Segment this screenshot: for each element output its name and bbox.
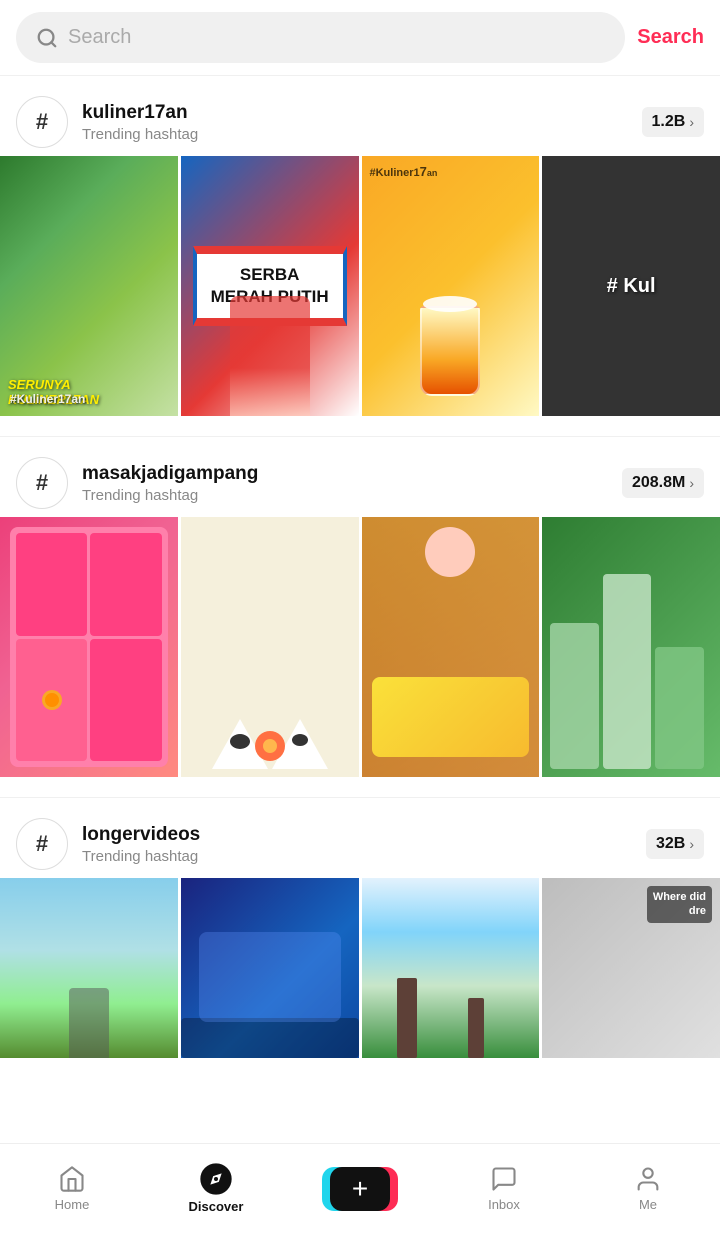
me-icon bbox=[634, 1165, 662, 1193]
grid-image-l3[interactable] bbox=[362, 878, 540, 1058]
hashtag-name-longervideos: longervideos bbox=[82, 824, 632, 846]
hashtag-icon-longervideos: # bbox=[16, 818, 68, 870]
image-grid-longervideos: Where diddre bbox=[0, 878, 720, 1058]
image-grid-masakjadi bbox=[0, 517, 720, 777]
grid-image-m3[interactable] bbox=[362, 517, 540, 777]
grid-image-l1[interactable] bbox=[0, 878, 178, 1058]
search-button[interactable]: Search bbox=[637, 26, 704, 49]
search-icon bbox=[36, 27, 58, 49]
hashtag-info-kuliner17an: kuliner17an Trending hashtag bbox=[82, 102, 628, 143]
search-bar: Search Search bbox=[0, 0, 720, 76]
hashtag-header-longervideos[interactable]: # longervideos Trending hashtag 32B › bbox=[0, 798, 720, 878]
hashtag-info-longervideos: longervideos Trending hashtag bbox=[82, 824, 632, 865]
grid-image-k2[interactable]: SERBAMERAH PUTIH bbox=[181, 156, 359, 416]
hashtag-count-masakjadi[interactable]: 208.8M › bbox=[622, 468, 704, 498]
count-value-longervideos: 32B bbox=[656, 835, 685, 853]
nav-item-home[interactable]: Home bbox=[32, 1165, 112, 1212]
grid-image-l2[interactable] bbox=[181, 878, 359, 1058]
nav-label-discover: Discover bbox=[189, 1199, 244, 1214]
nav-item-discover[interactable]: Discover bbox=[176, 1163, 256, 1214]
bottom-nav: Home Discover + Inbox Me bbox=[0, 1143, 720, 1233]
chevron-icon-masakjadi: › bbox=[689, 475, 694, 491]
hashtag-info-masakjadi: masakjadigampang Trending hashtag bbox=[82, 463, 608, 504]
hashtag-name-kuliner17an: kuliner17an bbox=[82, 102, 628, 124]
grid-image-k3[interactable]: #Kuliner17an bbox=[362, 156, 540, 416]
hashtag-icon-kuliner17an: # bbox=[16, 96, 68, 148]
grid-image-m2[interactable] bbox=[181, 517, 359, 777]
trending-section-kuliner17an: # kuliner17an Trending hashtag 1.2B › SE… bbox=[0, 76, 720, 437]
search-placeholder: Search bbox=[68, 26, 131, 49]
chevron-icon-longervideos: › bbox=[689, 836, 694, 852]
home-icon bbox=[58, 1165, 86, 1193]
add-plus-icon: + bbox=[352, 1173, 368, 1205]
inbox-icon bbox=[490, 1165, 518, 1193]
hashtag-header-masakjadi[interactable]: # masakjadigampang Trending hashtag 208.… bbox=[0, 437, 720, 517]
nav-label-home: Home bbox=[55, 1197, 90, 1212]
hashtag-header-kuliner17an[interactable]: # kuliner17an Trending hashtag 1.2B › bbox=[0, 76, 720, 156]
hashtag-name-masakjadi: masakjadigampang bbox=[82, 463, 608, 485]
search-input-wrapper[interactable]: Search bbox=[16, 12, 625, 63]
hashtag-sub-masakjadi: Trending hashtag bbox=[82, 487, 608, 504]
grid-image-m1[interactable] bbox=[0, 517, 178, 777]
hashtag-sub-kuliner17an: Trending hashtag bbox=[82, 126, 628, 143]
hashtag-sub-longervideos: Trending hashtag bbox=[82, 848, 632, 865]
main-content: Search Search # kuliner17an Trending has… bbox=[0, 0, 720, 1168]
nav-item-inbox[interactable]: Inbox bbox=[464, 1165, 544, 1212]
chevron-icon-kuliner17an: › bbox=[689, 114, 694, 130]
grid-image-k1[interactable]: SERUNYAKULINER17AN #Kuliner17an bbox=[0, 156, 178, 416]
hashtag-icon-masakjadi: # bbox=[16, 457, 68, 509]
trending-section-longervideos: # longervideos Trending hashtag 32B › bbox=[0, 798, 720, 1078]
discover-icon bbox=[200, 1163, 232, 1195]
nav-item-me[interactable]: Me bbox=[608, 1165, 688, 1212]
grid-image-m4[interactable] bbox=[542, 517, 720, 777]
add-button[interactable]: + bbox=[326, 1164, 394, 1214]
nav-label-inbox: Inbox bbox=[488, 1197, 520, 1212]
hashtag-count-kuliner17an[interactable]: 1.2B › bbox=[642, 107, 704, 137]
grid-image-k4[interactable]: # Kul bbox=[542, 156, 720, 416]
trending-section-masakjadigampang: # masakjadigampang Trending hashtag 208.… bbox=[0, 437, 720, 798]
image-grid-kuliner17an: SERUNYAKULINER17AN #Kuliner17an SERBAMER… bbox=[0, 156, 720, 416]
where-did-text: Where diddre bbox=[647, 886, 712, 923]
hashtag-count-longervideos[interactable]: 32B › bbox=[646, 829, 704, 859]
grid-image-l4[interactable]: Where diddre bbox=[542, 878, 720, 1058]
count-value-masakjadi: 208.8M bbox=[632, 474, 685, 492]
count-value-kuliner17an: 1.2B bbox=[652, 113, 686, 131]
nav-label-me: Me bbox=[639, 1197, 657, 1212]
nav-item-add[interactable]: + bbox=[320, 1164, 400, 1214]
